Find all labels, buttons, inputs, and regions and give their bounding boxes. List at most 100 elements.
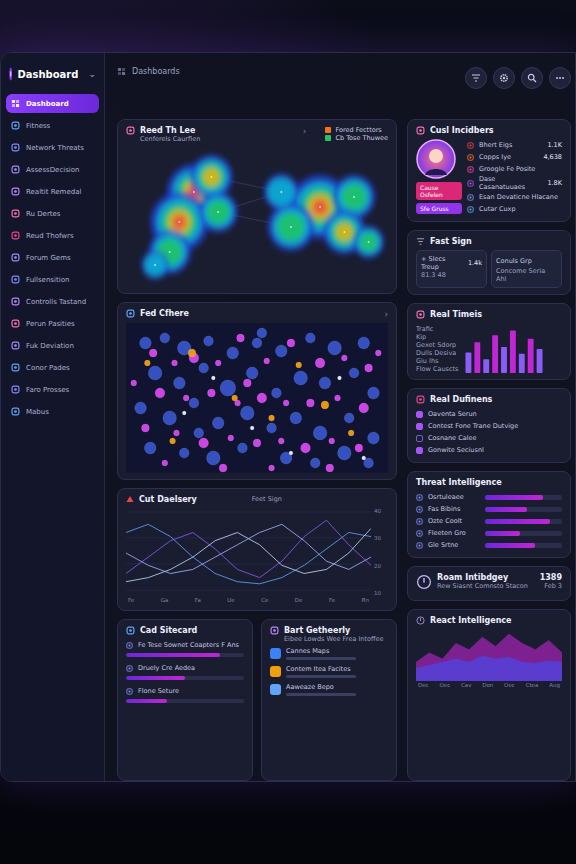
sidebar-item[interactable]: Perun Pasities bbox=[6, 314, 99, 333]
dot bbox=[418, 508, 420, 510]
threat-row: Osrtuleaee bbox=[416, 491, 562, 503]
activity-icon bbox=[270, 648, 281, 659]
incident-value: 1.8K bbox=[547, 179, 562, 187]
sidebar-item[interactable]: Dashboard bbox=[6, 94, 99, 113]
activity-item[interactable]: Aaweaze Bepo bbox=[270, 683, 388, 696]
handle bbox=[533, 79, 536, 82]
incident-row[interactable]: Cutar Cuxp bbox=[467, 203, 562, 215]
activity-bar bbox=[286, 693, 356, 696]
ring-icon bbox=[416, 574, 432, 590]
square bbox=[271, 627, 278, 634]
square-icon bbox=[11, 121, 20, 130]
realtime-body: TraficKipGexet SdorpDulls DesivaGiu IhsF… bbox=[416, 323, 562, 373]
incident-row[interactable]: Dase Casanatuuaes1.8K bbox=[467, 175, 562, 191]
map-dot bbox=[250, 426, 254, 430]
map-dot bbox=[278, 438, 284, 444]
threat-track bbox=[485, 495, 562, 500]
heat-spot bbox=[190, 155, 233, 199]
line-chart-card: Cut DaelseryFeet Sign40302010FeGaFaUeCeD… bbox=[117, 488, 397, 611]
map-dot bbox=[219, 464, 227, 472]
box-label: + Slecs Treup bbox=[421, 255, 463, 271]
map-dot bbox=[238, 443, 248, 453]
network-node bbox=[217, 211, 219, 213]
sidebar-item[interactable]: Conor Pades bbox=[6, 358, 99, 377]
title-block: Fed Cfhere bbox=[140, 309, 189, 318]
chevron-icon[interactable]: › bbox=[303, 126, 307, 136]
sidebar-item[interactable]: Network Threats bbox=[6, 138, 99, 157]
progress-track bbox=[126, 653, 244, 657]
fast-sign-box[interactable]: Conuls GrpConcome Seria Ahl bbox=[491, 250, 562, 288]
sidebar-item[interactable]: Fullsensition bbox=[6, 270, 99, 289]
x-label: Ue bbox=[227, 597, 234, 603]
sidebar-item[interactable]: Faro Prosses bbox=[6, 380, 99, 399]
progress-fill bbox=[126, 699, 167, 703]
incident-row[interactable]: Copps Iye4,638 bbox=[467, 151, 562, 163]
sidebar-item[interactable]: Mabus bbox=[6, 402, 99, 421]
dot bbox=[128, 644, 130, 646]
list-item[interactable]: Flone Seture bbox=[126, 685, 244, 703]
title-block: React Intelligence bbox=[430, 616, 512, 625]
definition-label: Oaventa Serun bbox=[428, 410, 477, 418]
sidebar-item[interactable]: Forum Gems bbox=[6, 248, 99, 267]
checkbox[interactable] bbox=[416, 423, 423, 430]
square-icon bbox=[126, 642, 133, 649]
checkbox[interactable] bbox=[416, 447, 423, 454]
gear-button[interactable] bbox=[493, 67, 515, 89]
list-item[interactable]: Druely Cre Aedea bbox=[126, 662, 244, 680]
checkbox[interactable] bbox=[416, 435, 423, 442]
map-dot bbox=[313, 426, 327, 440]
square bbox=[12, 188, 19, 195]
sidebar-item[interactable]: Fuk Deviation bbox=[6, 336, 99, 355]
chevron-icon[interactable]: › bbox=[384, 309, 388, 319]
heat-layer-circle bbox=[337, 180, 370, 214]
map-dot bbox=[328, 341, 342, 355]
activity-item[interactable]: Contem Itea Facites bbox=[270, 665, 388, 678]
avatar-icon bbox=[416, 139, 456, 179]
x-label: Don bbox=[482, 682, 493, 688]
sidebar-item[interactable]: Ru Dertes bbox=[6, 204, 99, 223]
incident-value: 1.1K bbox=[547, 141, 562, 149]
sidebar-item[interactable]: Fitness bbox=[6, 116, 99, 135]
square bbox=[12, 210, 19, 217]
main-area: DashboardsReed Th LeeCenferels Caurflen›… bbox=[105, 53, 575, 781]
dot bbox=[14, 234, 17, 237]
sidebar-item[interactable]: Realtit Remedal bbox=[6, 182, 99, 201]
filter-button[interactable] bbox=[465, 67, 487, 89]
definition-row[interactable]: Cosnane Calee bbox=[416, 432, 562, 444]
collapse-icon[interactable]: ⌄ bbox=[88, 69, 96, 79]
square-icon bbox=[11, 187, 20, 196]
square-icon bbox=[11, 407, 20, 416]
square-icon bbox=[11, 341, 20, 350]
legend-item: Cb Tose Thuwee bbox=[325, 134, 388, 142]
card-title: React Intelligence bbox=[430, 616, 512, 625]
list-item[interactable]: Fe Tese Sownet Coapters F Ans bbox=[126, 639, 244, 657]
map-dot bbox=[188, 349, 196, 357]
definition-row[interactable]: Gonwite Seciusnl bbox=[416, 444, 562, 456]
incident-row[interactable]: Groogle Fe Posite bbox=[467, 163, 562, 175]
fast-sign-boxes: + Slecs Treup1.4k81.3 48Conuls GrpConcom… bbox=[416, 250, 562, 288]
title-block: Cusl Incidbers bbox=[430, 126, 494, 135]
map-dot bbox=[275, 345, 287, 357]
sidebar-item[interactable]: AssessDecision bbox=[6, 160, 99, 179]
box-sub: 81.3 48 bbox=[421, 271, 482, 279]
y-tick: 20 bbox=[374, 563, 381, 569]
definition-row[interactable]: Oaventa Serun bbox=[416, 408, 562, 420]
activity-item[interactable]: Cannes Maps bbox=[270, 647, 388, 660]
incident-row[interactable]: Esan Devaticne Hlacane bbox=[467, 191, 562, 203]
fast-sign-box[interactable]: + Slecs Treup1.4k81.3 48 bbox=[416, 250, 487, 288]
search-button[interactable] bbox=[521, 67, 543, 89]
checkbox[interactable] bbox=[416, 411, 423, 418]
sidebar-item[interactable]: Controlls Tastand bbox=[6, 292, 99, 311]
map-dot bbox=[264, 358, 270, 364]
heat-layer-circle bbox=[332, 219, 357, 245]
threat-fill bbox=[485, 519, 550, 524]
heat-spot bbox=[264, 174, 299, 210]
sidebar-item[interactable]: Reud Thofwrs bbox=[6, 226, 99, 245]
map-dot bbox=[283, 400, 289, 406]
dot bbox=[14, 344, 17, 347]
dots-button[interactable] bbox=[549, 67, 571, 89]
square bbox=[468, 154, 473, 159]
incident-row[interactable]: Bhert Eigs1.1K bbox=[467, 139, 562, 151]
threat-fill bbox=[485, 495, 543, 500]
definition-row[interactable]: Contest Fone Trane Dutvige bbox=[416, 420, 562, 432]
